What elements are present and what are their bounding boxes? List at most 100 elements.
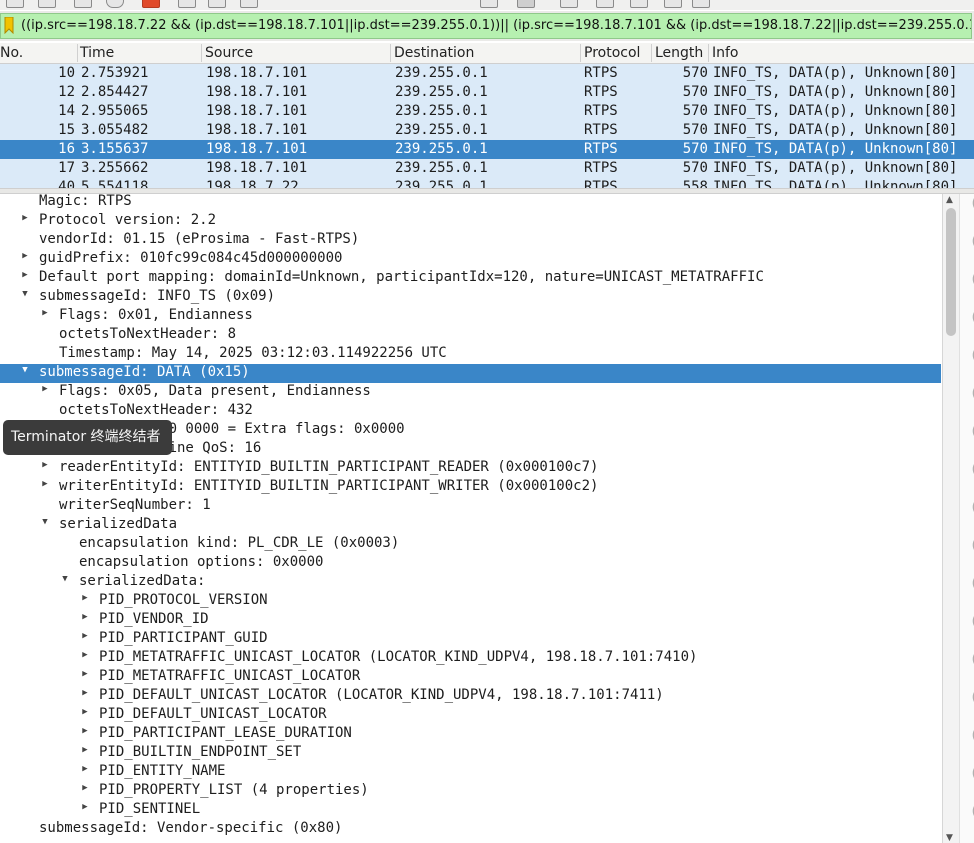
packet-row[interactable]: 15 3.055482 198.18.7.101 239.255.0.1 RTPS 570… [0,121,974,140]
column-header-length[interactable]: Length [655,45,703,61]
detail-tree-item[interactable]: Timestamp: May 14, 2025 03:12:03.1149222… [0,345,941,364]
column-header-destination[interactable]: Destination [394,45,474,61]
detail-tree-item[interactable]: submessageId: Vendor-specific (0x80) [0,820,941,839]
collapsed-triangle-icon[interactable]: ▶ [79,764,91,774]
detail-tree-item[interactable]: encapsulation options: 0x0000 [0,554,941,573]
collapsed-triangle-icon[interactable]: ▶ [39,479,51,489]
collapsed-triangle-icon[interactable]: ▶ [79,707,91,717]
detail-tree-label: PID_PROTOCOL_VERSION [99,592,268,608]
detail-tree-item[interactable]: ▶ PID_VENDOR_ID [0,611,941,630]
detail-tree-item[interactable]: ▼ serializedData: [0,573,941,592]
column-header-no[interactable]: No. [0,45,23,61]
details-scrollbar[interactable]: ▲ ▼ [942,194,959,843]
column-header-time[interactable]: Time [80,45,114,61]
packet-row[interactable]: 40 5.554118 198.18.7.22 239.255.0.1 RTPS 558 I… [0,178,974,188]
collapsed-triangle-icon[interactable]: ▶ [79,612,91,622]
detail-tree-item[interactable]: ▶ PID_SENTINEL [0,801,941,820]
packet-row[interactable]: 17 3.255662 198.18.7.101 239.255.0.1 RTPS 570… [0,159,974,178]
detail-tree-item[interactable]: vendorId: 01.15 (eProsima - Fast-RTPS) [0,231,941,250]
packet-row[interactable]: 16 3.155637 198.18.7.101 239.255.0.1 RTPS 570… [0,140,974,159]
detail-tree-label: Default port mapping: domainId=Unknown, … [39,269,764,285]
collapsed-triangle-icon[interactable]: ▶ [79,650,91,660]
detail-tree-item[interactable]: ▼ serializedData [0,516,941,535]
scrollbar-thumb[interactable] [946,208,956,336]
detail-tree-item[interactable]: ▶ readerEntityId: ENTITYID_BUILTIN_PARTIC… [0,459,941,478]
detail-tree-item[interactable]: octetsToNextHeader: 432 [0,402,941,421]
detail-tree-item[interactable]: ▶ guidPrefix: 010fc99c084c45d000000000 [0,250,941,269]
display-filter-input[interactable]: ((ip.src==198.18.7.22 && (ip.dst==198.18… [0,13,972,39]
expanded-triangle-icon[interactable]: ▼ [59,574,71,584]
detail-tree-item[interactable]: ▶ PID_PROTOCOL_VERSION [0,592,941,611]
packet-row[interactable]: 14 2.955065 198.18.7.101 239.255.0.1 RTPS 570… [0,102,974,121]
expanded-triangle-icon[interactable]: ▼ [19,289,31,299]
detail-tree-item[interactable]: octetsToNextHeader: 8 [0,326,941,345]
collapsed-triangle-icon[interactable]: ▶ [19,270,31,280]
column-header-source[interactable]: Source [205,45,253,61]
expand-all-icon[interactable] [692,0,710,8]
detail-tree-item[interactable]: ▶ PID_BUILTIN_ENDPOINT_SET [0,744,941,763]
colorize-icon[interactable] [480,0,498,8]
collapsed-triangle-icon[interactable]: ▶ [79,631,91,641]
column-header-info[interactable]: Info [712,45,739,61]
options-icon[interactable] [178,0,196,8]
scroll-down-arrow-icon[interactable]: ▼ [946,833,953,843]
collapsed-triangle-icon[interactable]: ▶ [79,783,91,793]
collapsed-triangle-icon[interactable]: ▶ [79,669,91,679]
detail-tree-item[interactable]: Magic: RTPS [0,194,941,212]
find-icon[interactable] [208,0,226,8]
packet-cell-no: 10 [58,65,75,81]
collapsed-triangle-icon[interactable]: ▶ [19,213,31,223]
collapsed-triangle-icon[interactable]: ▶ [79,802,91,812]
zoom-out-icon[interactable] [596,0,614,8]
reload-icon[interactable] [106,0,124,8]
packet-cell-info: INFO_TS, DATA(p), Unknown[80] [713,122,958,138]
column-header-protocol[interactable]: Protocol [584,45,640,61]
collapsed-triangle-icon[interactable]: ▶ [39,308,51,318]
zoom-in-icon[interactable] [560,0,578,8]
packet-list-pane[interactable]: No. Time Source Destination Protocol Len… [0,43,974,188]
detail-tree-item[interactable]: encapsulation kind: PL_CDR_LE (0x0003) [0,535,941,554]
detail-tree-item[interactable]: ▶ PID_ENTITY_NAME [0,763,941,782]
close-file-icon[interactable] [74,0,92,8]
collapsed-triangle-icon[interactable]: ▶ [39,460,51,470]
detail-tree-item[interactable]: ▶ Default port mapping: domainId=Unknown,… [0,269,941,288]
collapsed-triangle-icon[interactable]: ▶ [79,745,91,755]
resize-columns-icon[interactable] [664,0,682,8]
packet-cell-time: 3.255662 [81,160,149,176]
detail-tree-item[interactable]: ▶ Flags: 0x05, Data present, Endianness [0,383,941,402]
go-back-icon[interactable] [240,0,258,8]
collapsed-triangle-icon[interactable]: ▶ [79,593,91,603]
collapsed-triangle-icon[interactable]: ▶ [79,726,91,736]
packet-details-pane[interactable]: Magic: RTPS ▶ Protocol version: 2.2 vendorI… [0,194,941,843]
packet-list-header: No. Time Source Destination Protocol Len… [0,43,974,64]
scroll-up-arrow-icon[interactable]: ▲ [946,195,953,205]
save-file-icon[interactable] [38,0,56,8]
stop-capture-icon[interactable] [142,0,160,8]
normal-size-icon[interactable] [630,0,648,8]
detail-tree-item[interactable]: ▶ PID_METATRAFFIC_UNICAST_LOCATOR (LOCATO… [0,649,941,668]
packet-cell-info: INFO_TS, DATA(p), Unknown[80] [713,65,958,81]
detail-tree-item[interactable]: ▼ submessageId: INFO_TS (0x09) [0,288,941,307]
autoscroll-icon[interactable] [517,0,535,8]
bookmark-icon[interactable] [4,17,14,34]
detail-tree-item[interactable]: ▶ writerEntityId: ENTITYID_BUILTIN_PARTIC… [0,478,941,497]
detail-tree-item[interactable]: ▶ PID_DEFAULT_UNICAST_LOCATOR (LOCATOR_KI… [0,687,941,706]
detail-tree-item[interactable]: writerSeqNumber: 1 [0,497,941,516]
collapsed-triangle-icon[interactable]: ▶ [39,384,51,394]
detail-tree-item[interactable]: ▶ PID_METATRAFFIC_UNICAST_LOCATOR [0,668,941,687]
packet-cell-len: 558 [682,179,708,188]
packet-row[interactable]: 10 2.753921 198.18.7.101 239.255.0.1 RTPS 570… [0,64,974,83]
expanded-triangle-icon[interactable]: ▼ [19,365,31,375]
packet-row[interactable]: 12 2.854427 198.18.7.101 239.255.0.1 RTPS 570… [0,83,974,102]
collapsed-triangle-icon[interactable]: ▶ [79,688,91,698]
expanded-triangle-icon[interactable]: ▼ [39,517,51,527]
detail-tree-item[interactable]: ▶ Flags: 0x01, Endianness [0,307,941,326]
detail-tree-item[interactable]: ▼ submessageId: DATA (0x15) [0,364,941,383]
detail-tree-item[interactable]: ▶ PID_PARTICIPANT_LEASE_DURATION [0,725,941,744]
detail-tree-item[interactable]: ▶ Protocol version: 2.2 [0,212,941,231]
detail-tree-item[interactable]: ▶ PID_DEFAULT_UNICAST_LOCATOR [0,706,941,725]
detail-tree-item[interactable]: ▶ PID_PROPERTY_LIST (4 properties) [0,782,941,801]
open-file-icon[interactable] [6,0,24,8]
collapsed-triangle-icon[interactable]: ▶ [19,251,31,261]
detail-tree-item[interactable]: ▶ PID_PARTICIPANT_GUID [0,630,941,649]
